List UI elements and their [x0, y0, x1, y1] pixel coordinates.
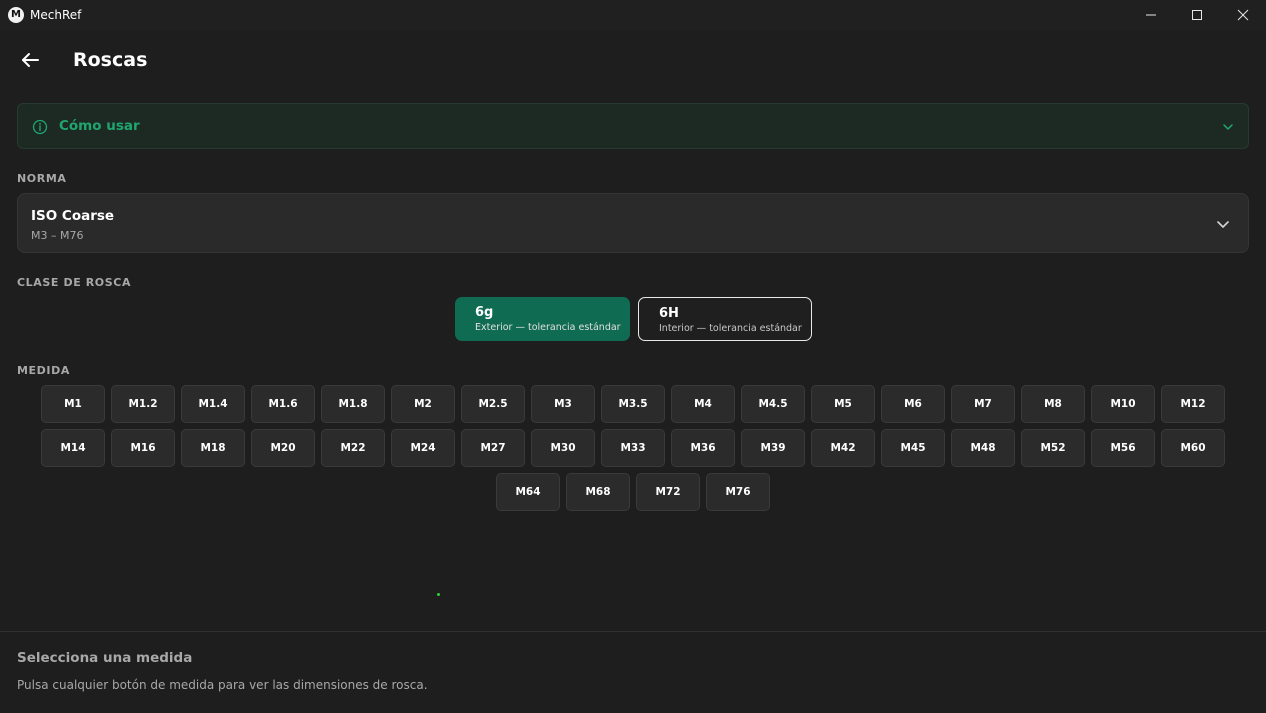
thread-class-subtitle: Interior — tolerancia estándar [659, 323, 802, 334]
size-button[interactable]: M1.2 [111, 385, 175, 423]
size-button[interactable]: M36 [671, 429, 735, 467]
size-button[interactable]: M33 [601, 429, 665, 467]
footer-title: Selecciona una medida [17, 650, 193, 666]
result-footer: Selecciona una medida Pulsa cualquier bo… [0, 631, 1266, 713]
size-button[interactable]: M72 [636, 473, 700, 511]
page-title: Roscas [73, 49, 148, 71]
norma-select[interactable]: ISO Coarse M3 – M76 [17, 193, 1249, 253]
how-to-use-panel[interactable]: Cómo usar [17, 103, 1249, 149]
minimize-icon [1146, 14, 1156, 16]
back-button[interactable] [16, 46, 44, 74]
size-button[interactable]: M24 [391, 429, 455, 467]
size-button[interactable]: M20 [251, 429, 315, 467]
size-button[interactable]: M22 [321, 429, 385, 467]
thread-class-6h-button[interactable]: 6H Interior — tolerancia estándar [638, 297, 812, 341]
size-button[interactable]: M1.8 [321, 385, 385, 423]
size-button[interactable]: M16 [111, 429, 175, 467]
size-button[interactable]: M7 [951, 385, 1015, 423]
size-button[interactable]: M68 [566, 473, 630, 511]
size-button[interactable]: M39 [741, 429, 805, 467]
size-button[interactable]: M30 [531, 429, 595, 467]
size-button[interactable]: M1.6 [251, 385, 315, 423]
app-logo-icon: M [8, 7, 24, 23]
close-icon [1237, 9, 1249, 21]
size-button[interactable]: M27 [461, 429, 525, 467]
thread-class-6g-button[interactable]: 6g Exterior — tolerancia estándar [455, 297, 630, 341]
title-bar: M MechRef [0, 0, 1266, 30]
size-button[interactable]: M2.5 [461, 385, 525, 423]
size-button[interactable]: M64 [496, 473, 560, 511]
size-button[interactable]: M4 [671, 385, 735, 423]
norma-section-label: NORMA [17, 172, 67, 185]
app-logo-letter: M [11, 9, 21, 20]
size-button[interactable]: M56 [1091, 429, 1155, 467]
size-button[interactable]: M60 [1161, 429, 1225, 467]
minimize-button[interactable] [1128, 0, 1174, 30]
size-button[interactable]: M10 [1091, 385, 1155, 423]
arrow-left-icon [22, 53, 39, 67]
thread-class-section-label: CLASE DE ROSCA [17, 276, 132, 289]
thread-class-title: 6g [475, 305, 494, 320]
maximize-button[interactable] [1174, 0, 1220, 30]
window-controls [1128, 0, 1266, 30]
close-button[interactable] [1220, 0, 1266, 30]
size-button[interactable]: M2 [391, 385, 455, 423]
app-window: M MechRef Roscas Cómo usar NORMA ISO Coa… [0, 0, 1266, 713]
info-icon [32, 119, 48, 135]
size-button[interactable]: M8 [1021, 385, 1085, 423]
size-button[interactable]: M12 [1161, 385, 1225, 423]
size-button[interactable]: M3.5 [601, 385, 665, 423]
size-button[interactable]: M3 [531, 385, 595, 423]
size-button[interactable]: M6 [881, 385, 945, 423]
size-button[interactable]: M45 [881, 429, 945, 467]
size-button[interactable]: M18 [181, 429, 245, 467]
size-button[interactable]: M4.5 [741, 385, 805, 423]
size-section-label: MEDIDA [17, 364, 70, 377]
thread-class-subtitle: Exterior — tolerancia estándar [475, 322, 621, 333]
size-button[interactable]: M1.4 [181, 385, 245, 423]
app-title: MechRef [30, 8, 82, 22]
norma-selected-value: ISO Coarse [31, 208, 115, 224]
cursor-dot [437, 593, 440, 596]
how-to-use-label: Cómo usar [59, 118, 140, 134]
chevron-down-icon [1223, 124, 1233, 130]
size-button[interactable]: M42 [811, 429, 875, 467]
size-button[interactable]: M5 [811, 385, 875, 423]
size-button[interactable]: M76 [706, 473, 770, 511]
maximize-icon [1192, 10, 1202, 20]
footer-hint: Pulsa cualquier botón de medida para ver… [17, 678, 428, 692]
size-button[interactable]: M14 [41, 429, 105, 467]
thread-class-title: 6H [659, 306, 679, 321]
norma-range: M3 – M76 [31, 229, 84, 242]
size-button[interactable]: M48 [951, 429, 1015, 467]
chevron-down-icon [1217, 221, 1229, 228]
size-button[interactable]: M52 [1021, 429, 1085, 467]
size-button[interactable]: M1 [41, 385, 105, 423]
